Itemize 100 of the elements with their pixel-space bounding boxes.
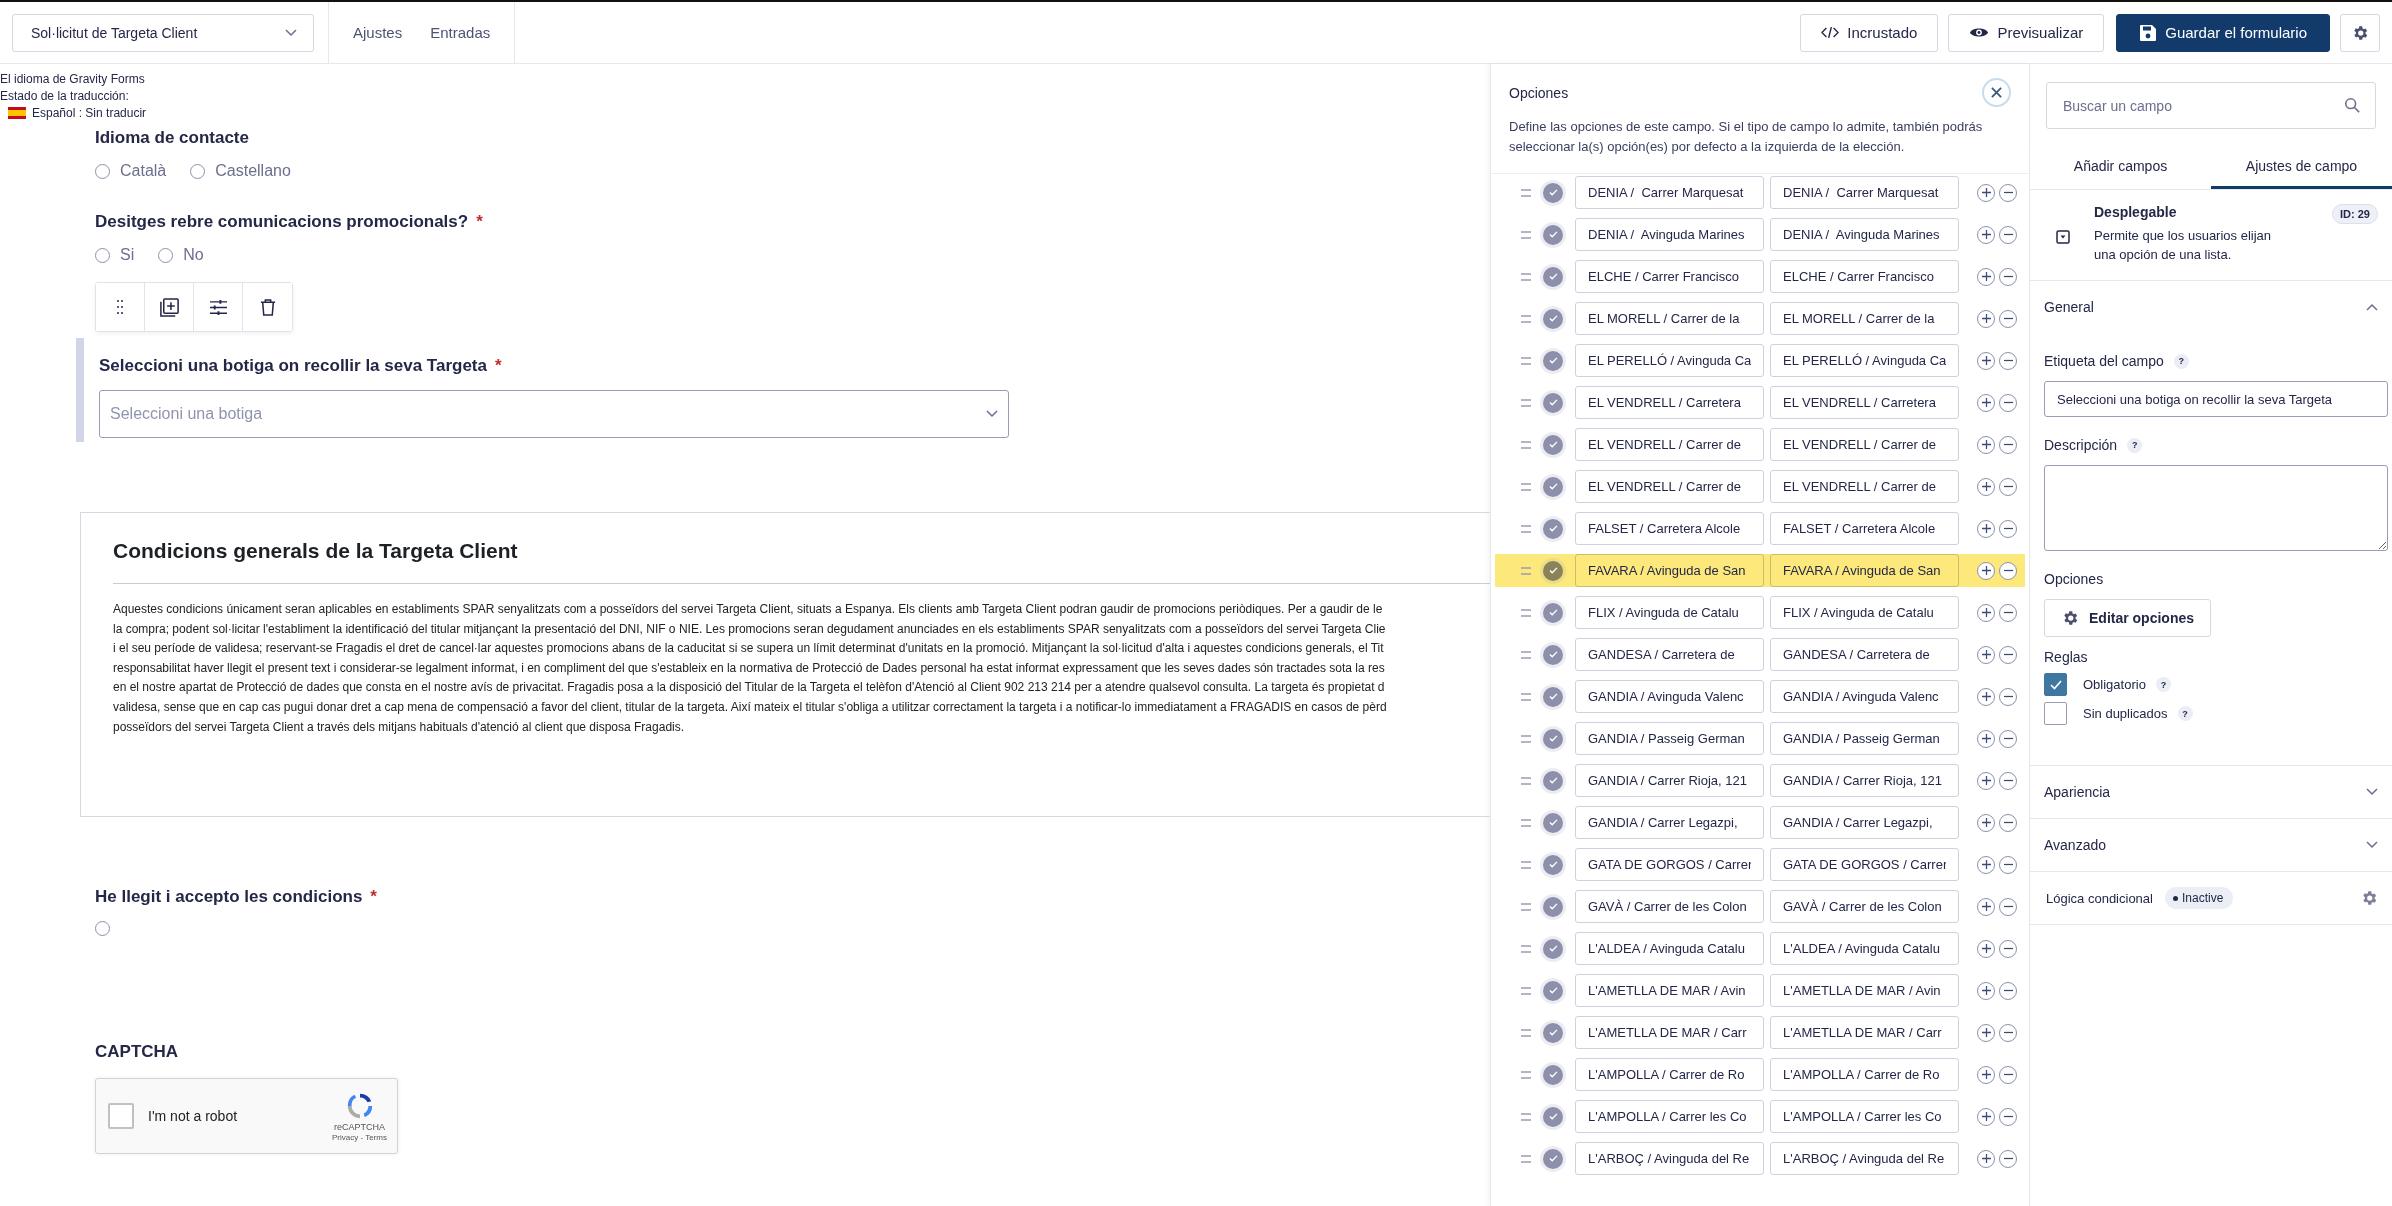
add-choice-button[interactable] <box>1977 729 1995 748</box>
choice-label-field[interactable]: EL VENDRELL / Carrer de <box>1575 470 1764 503</box>
default-choice-toggle[interactable] <box>1543 602 1563 623</box>
add-choice-button[interactable] <box>1977 939 1995 958</box>
remove-choice-button[interactable] <box>1999 519 2017 538</box>
default-choice-toggle[interactable] <box>1543 1148 1563 1169</box>
help-badge[interactable]: ? <box>2177 706 2193 721</box>
remove-choice-button[interactable] <box>1999 897 2017 916</box>
remove-choice-button[interactable] <box>1999 771 2017 790</box>
choice-label-field[interactable]: GANDIA / Avinguda Valenc <box>1575 680 1764 713</box>
drag-handle-icon[interactable] <box>1521 482 1531 491</box>
default-choice-toggle[interactable] <box>1543 728 1563 749</box>
choice-label-field[interactable]: GANDIA / Carrer Rioja, 121 <box>1575 764 1764 797</box>
remove-choice-button[interactable] <box>1999 393 2017 412</box>
add-choice-button[interactable] <box>1977 771 1995 790</box>
add-choice-button[interactable] <box>1977 1065 1995 1084</box>
default-choice-toggle[interactable] <box>1543 266 1563 287</box>
remove-choice-button[interactable] <box>1999 435 2017 454</box>
choice-value-field[interactable]: DENIA / Avinguda Marines <box>1770 218 1959 251</box>
choice-label-field[interactable]: FAVARA / Avinguda de San <box>1575 554 1764 587</box>
remove-choice-button[interactable] <box>1999 309 2017 328</box>
preview-button[interactable]: Previsualizar <box>1948 13 2105 52</box>
drag-handle-icon[interactable] <box>1521 1154 1531 1163</box>
add-choice-button[interactable] <box>1977 603 1995 622</box>
choice-value-field[interactable]: L'ALDEA / Avinguda Catalu <box>1770 932 1959 965</box>
default-choice-toggle[interactable] <box>1543 686 1563 707</box>
settings-icon[interactable] <box>2360 889 2378 907</box>
default-choice-toggle[interactable] <box>1543 644 1563 665</box>
privacy-terms-link[interactable]: Privacy - Terms <box>332 1132 387 1142</box>
add-choice-button[interactable] <box>1977 981 1995 1000</box>
drag-handle-icon[interactable] <box>1521 188 1531 197</box>
remove-choice-button[interactable] <box>1999 855 2017 874</box>
remove-choice-button[interactable] <box>1999 477 2017 496</box>
remove-choice-button[interactable] <box>1999 561 2017 580</box>
settings-sliders-button[interactable] <box>194 283 243 331</box>
save-button[interactable]: Guardar el formulario <box>2116 13 2330 52</box>
search-field[interactable]: Buscar un campo <box>2046 82 2376 129</box>
description-textarea[interactable] <box>2044 465 2388 551</box>
choice-value-field[interactable]: FAVARA / Avinguda de San <box>1770 554 1959 587</box>
choice-label-field[interactable]: FALSET / Carretera Alcole <box>1575 512 1764 545</box>
add-choice-button[interactable] <box>1977 645 1995 664</box>
remove-choice-button[interactable] <box>1999 225 2017 244</box>
drag-handle-icon[interactable] <box>1521 272 1531 281</box>
default-choice-toggle[interactable] <box>1543 1106 1563 1127</box>
drag-handle[interactable] <box>96 283 145 331</box>
checkbox[interactable] <box>2044 673 2067 696</box>
add-choice-button[interactable] <box>1977 225 1995 244</box>
remove-choice-button[interactable] <box>1999 939 2017 958</box>
choice-value-field[interactable]: EL VENDRELL / Carretera <box>1770 386 1959 419</box>
remove-choice-button[interactable] <box>1999 981 2017 1000</box>
choice-label-field[interactable]: EL PERELLÓ / Avinguda Ca <box>1575 344 1764 377</box>
remove-choice-button[interactable] <box>1999 729 2017 748</box>
default-choice-toggle[interactable] <box>1543 1064 1563 1085</box>
remove-choice-button[interactable] <box>1999 687 2017 706</box>
default-choice-toggle[interactable] <box>1543 812 1563 833</box>
default-choice-toggle[interactable] <box>1543 224 1563 245</box>
drag-handle-icon[interactable] <box>1521 398 1531 407</box>
drag-handle-icon[interactable] <box>1521 944 1531 953</box>
choice-value-field[interactable]: L'AMETLLA DE MAR / Carr <box>1770 1016 1959 1049</box>
choice-value-field[interactable]: GANDESA / Carretera de <box>1770 638 1959 671</box>
add-choice-button[interactable] <box>1977 477 1995 496</box>
choice-value-field[interactable]: GANDIA / Carrer Legazpi, <box>1770 806 1959 839</box>
choice-value-field[interactable]: GAVÀ / Carrer de les Colon <box>1770 890 1959 923</box>
remove-choice-button[interactable] <box>1999 1107 2017 1126</box>
default-choice-toggle[interactable] <box>1543 896 1563 917</box>
drag-handle-icon[interactable] <box>1521 1028 1531 1037</box>
choice-value-field[interactable]: GANDIA / Avinguda Valenc <box>1770 680 1959 713</box>
form-selector[interactable]: Sol·licitut de Targeta Client <box>12 13 314 52</box>
robot-checkbox[interactable] <box>108 1103 134 1129</box>
drag-handle-icon[interactable] <box>1521 650 1531 659</box>
choice-label-field[interactable]: GANDIA / Carrer Legazpi, <box>1575 806 1764 839</box>
default-choice-toggle[interactable] <box>1543 350 1563 371</box>
choice-value-field[interactable]: FALSET / Carretera Alcole <box>1770 512 1959 545</box>
choice-label-field[interactable]: L'ALDEA / Avinguda Catalu <box>1575 932 1764 965</box>
remove-choice-button[interactable] <box>1999 267 2017 286</box>
drag-handle-icon[interactable] <box>1521 440 1531 449</box>
add-choice-button[interactable] <box>1977 435 1995 454</box>
drag-handle-icon[interactable] <box>1521 566 1531 575</box>
default-choice-toggle[interactable] <box>1543 938 1563 959</box>
settings-button[interactable] <box>2340 13 2380 52</box>
add-choice-button[interactable] <box>1977 1023 1995 1042</box>
add-choice-button[interactable] <box>1977 309 1995 328</box>
choice-value-field[interactable]: EL VENDRELL / Carrer de <box>1770 428 1959 461</box>
default-choice-toggle[interactable] <box>1543 770 1563 791</box>
choice-label-field[interactable]: DENIA / Avinguda Marines <box>1575 218 1764 251</box>
choice-value-field[interactable]: L'AMPOLLA / Carrer les Co <box>1770 1100 1959 1133</box>
nav-link[interactable]: Ajustes <box>353 24 403 41</box>
add-choice-button[interactable] <box>1977 351 1995 370</box>
choice-value-field[interactable]: ELCHE / Carrer Francisco <box>1770 260 1959 293</box>
default-choice-toggle[interactable] <box>1543 392 1563 413</box>
add-choice-button[interactable] <box>1977 183 1995 202</box>
choice-label-field[interactable]: EL MORELL / Carrer de la <box>1575 302 1764 335</box>
default-choice-toggle[interactable] <box>1543 854 1563 875</box>
choice-label-field[interactable]: GANDESA / Carretera de <box>1575 638 1764 671</box>
checkbox[interactable] <box>2044 702 2067 725</box>
remove-choice-button[interactable] <box>1999 1023 2017 1042</box>
choice-value-field[interactable]: GANDIA / Carrer Rioja, 121 <box>1770 764 1959 797</box>
remove-choice-button[interactable] <box>1999 603 2017 622</box>
default-choice-toggle[interactable] <box>1543 182 1563 203</box>
default-choice-toggle[interactable] <box>1543 560 1563 581</box>
